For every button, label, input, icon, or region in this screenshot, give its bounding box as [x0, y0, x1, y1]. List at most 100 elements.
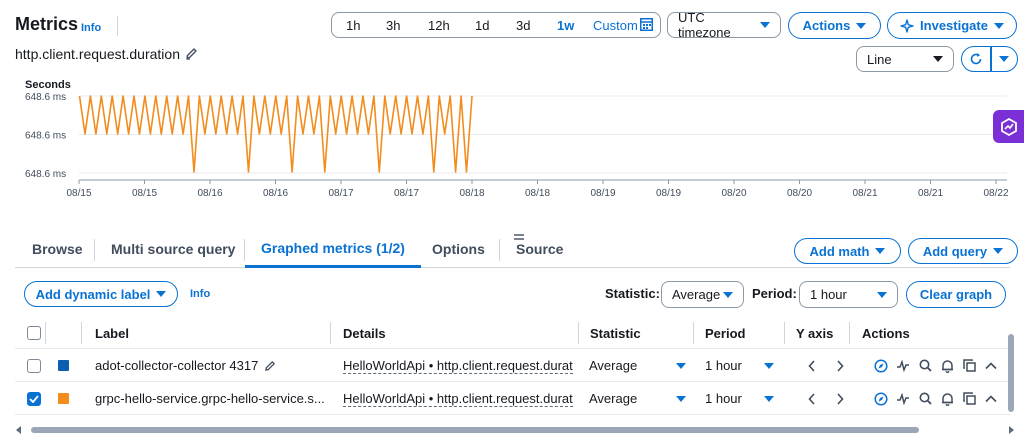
column-divider	[45, 322, 46, 344]
row-checkbox[interactable]	[27, 358, 41, 373]
anomaly-icon[interactable]	[892, 388, 914, 410]
caret-down-icon	[993, 248, 1004, 254]
column-header-period[interactable]: Period	[705, 318, 745, 348]
series-color-swatch[interactable]	[58, 360, 69, 371]
range-3h[interactable]: 3h	[386, 18, 400, 33]
caret-down-icon	[156, 291, 167, 297]
row-period-value: 1 hour	[705, 358, 742, 373]
clear-graph-button[interactable]: Clear graph	[906, 281, 1006, 308]
x-tick-label: 08/15	[132, 188, 157, 199]
drag-handle-icon[interactable]	[513, 229, 525, 244]
column-header-label[interactable]: Label	[95, 318, 129, 348]
chevron-up-icon[interactable]	[980, 355, 1002, 377]
row-details[interactable]: HelloWorldApi • http.client.request.dura…	[343, 391, 573, 407]
edit-icon[interactable]	[185, 47, 198, 63]
statistic-label: Statistic:	[605, 286, 660, 301]
column-divider	[578, 322, 579, 344]
refresh-icon[interactable]	[962, 52, 990, 66]
compass-icon[interactable]	[870, 388, 892, 410]
divider	[117, 16, 118, 36]
chevron-right-icon[interactable]	[829, 388, 851, 410]
copy-icon[interactable]	[958, 355, 980, 377]
row-statistic-select[interactable]: Average	[589, 349, 686, 382]
column-header-y-axis[interactable]: Y axis	[796, 318, 833, 348]
range-1h[interactable]: 1h	[346, 18, 360, 33]
search-icon[interactable]	[914, 388, 936, 410]
view-type-select[interactable]: Line	[856, 46, 954, 72]
tab-divider	[499, 239, 500, 261]
add-math-button[interactable]: Add math	[794, 238, 901, 264]
chevron-up-icon[interactable]	[980, 388, 1002, 410]
range-1w[interactable]: 1w	[557, 18, 574, 33]
chevron-right-icon[interactable]	[829, 355, 851, 377]
investigate-button[interactable]: Investigate	[887, 12, 1017, 39]
x-tick-label: 08/19	[656, 188, 681, 199]
vertical-scrollbar[interactable]	[1008, 334, 1014, 412]
x-tick-label: 08/17	[328, 188, 353, 199]
row-period-select[interactable]: 1 hour	[705, 382, 774, 415]
caret-down-icon	[999, 56, 1010, 62]
column-header-details[interactable]: Details	[343, 318, 386, 348]
column-divider	[784, 322, 785, 344]
column-divider	[693, 322, 694, 344]
x-tick-label: 08/18	[459, 188, 484, 199]
column-header-statistic[interactable]: Statistic	[590, 318, 641, 348]
range-1d[interactable]: 1d	[475, 18, 489, 33]
select-all-checkbox[interactable]	[27, 326, 41, 340]
caret-down-icon	[676, 395, 686, 402]
x-tick-label: 08/17	[394, 188, 419, 199]
chevron-left-icon[interactable]	[801, 355, 823, 377]
range-12h[interactable]: 12h	[428, 18, 450, 33]
chevron-left-icon[interactable]	[801, 388, 823, 410]
insight-widget-icon[interactable]	[993, 110, 1024, 143]
timezone-select[interactable]: UTC timezone	[667, 10, 781, 40]
row-period-select[interactable]: 1 hour	[705, 349, 774, 382]
period-select[interactable]: 1 hour	[799, 281, 898, 308]
x-tick-label: 08/15	[66, 188, 91, 199]
row-label: adot-collector-collector 4317	[95, 358, 259, 373]
horizontal-scrollbar[interactable]	[15, 424, 1015, 436]
row-period-value: 1 hour	[705, 391, 742, 406]
range-custom[interactable]: Custom	[593, 18, 638, 33]
add-dynamic-label-button[interactable]: Add dynamic label	[24, 281, 178, 307]
chart-svg: Seconds648.6 ms648.6 ms648.6 ms08/15 08/1…	[25, 79, 1009, 199]
range-3d[interactable]: 3d	[516, 18, 530, 33]
info-link[interactable]: Info	[81, 22, 101, 34]
tab-options[interactable]: Options	[432, 231, 485, 267]
x-tick-label: 08/19	[590, 188, 615, 199]
tab-divider	[94, 239, 95, 261]
edit-icon[interactable]	[264, 360, 276, 372]
search-icon[interactable]	[914, 355, 936, 377]
add-query-label: Add query	[922, 243, 988, 259]
timezone-value: UTC timezone	[678, 10, 731, 40]
tab-browse[interactable]: Browse	[32, 231, 83, 267]
view-type-value: Line	[867, 51, 892, 67]
series-color-swatch[interactable]	[58, 393, 69, 404]
info-link[interactable]: Info	[190, 288, 210, 300]
actions-button[interactable]: Actions	[788, 12, 881, 39]
add-query-button[interactable]: Add query	[908, 238, 1018, 264]
metric-chart: Seconds 648.6 ms 648.6 ms 648.6 ms 08/15 08/1…	[12, 76, 1012, 222]
tab-multi-source-query[interactable]: Multi source query	[111, 231, 235, 267]
calendar-icon[interactable]	[640, 18, 653, 34]
period-label: Period:	[752, 286, 797, 301]
row-statistic-select[interactable]: Average	[589, 382, 686, 415]
x-tick-label: 08/16	[197, 188, 222, 199]
tab-graphed-metrics[interactable]: Graphed metrics (1/2)	[245, 231, 421, 268]
anomaly-icon[interactable]	[892, 355, 914, 377]
caret-down-icon	[760, 22, 770, 28]
row-details[interactable]: HelloWorldApi • http.client.request.dura…	[343, 358, 573, 374]
bell-icon[interactable]	[936, 388, 958, 410]
bell-icon[interactable]	[936, 355, 958, 377]
refresh-options-button[interactable]	[992, 56, 1018, 62]
compass-icon[interactable]	[870, 355, 892, 377]
copy-icon[interactable]	[958, 388, 980, 410]
x-tick-label: 08/21	[852, 188, 877, 199]
caret-down-icon	[993, 22, 1004, 29]
statistic-select[interactable]: Average	[661, 281, 744, 308]
caret-down-icon	[676, 362, 686, 369]
period-value: 1 hour	[810, 287, 847, 302]
row-checkbox[interactable]	[27, 391, 41, 406]
column-header-actions[interactable]: Actions	[862, 318, 910, 348]
time-range-selector: 1h 3h 12h 1d 3d 1w Custom	[331, 12, 661, 38]
